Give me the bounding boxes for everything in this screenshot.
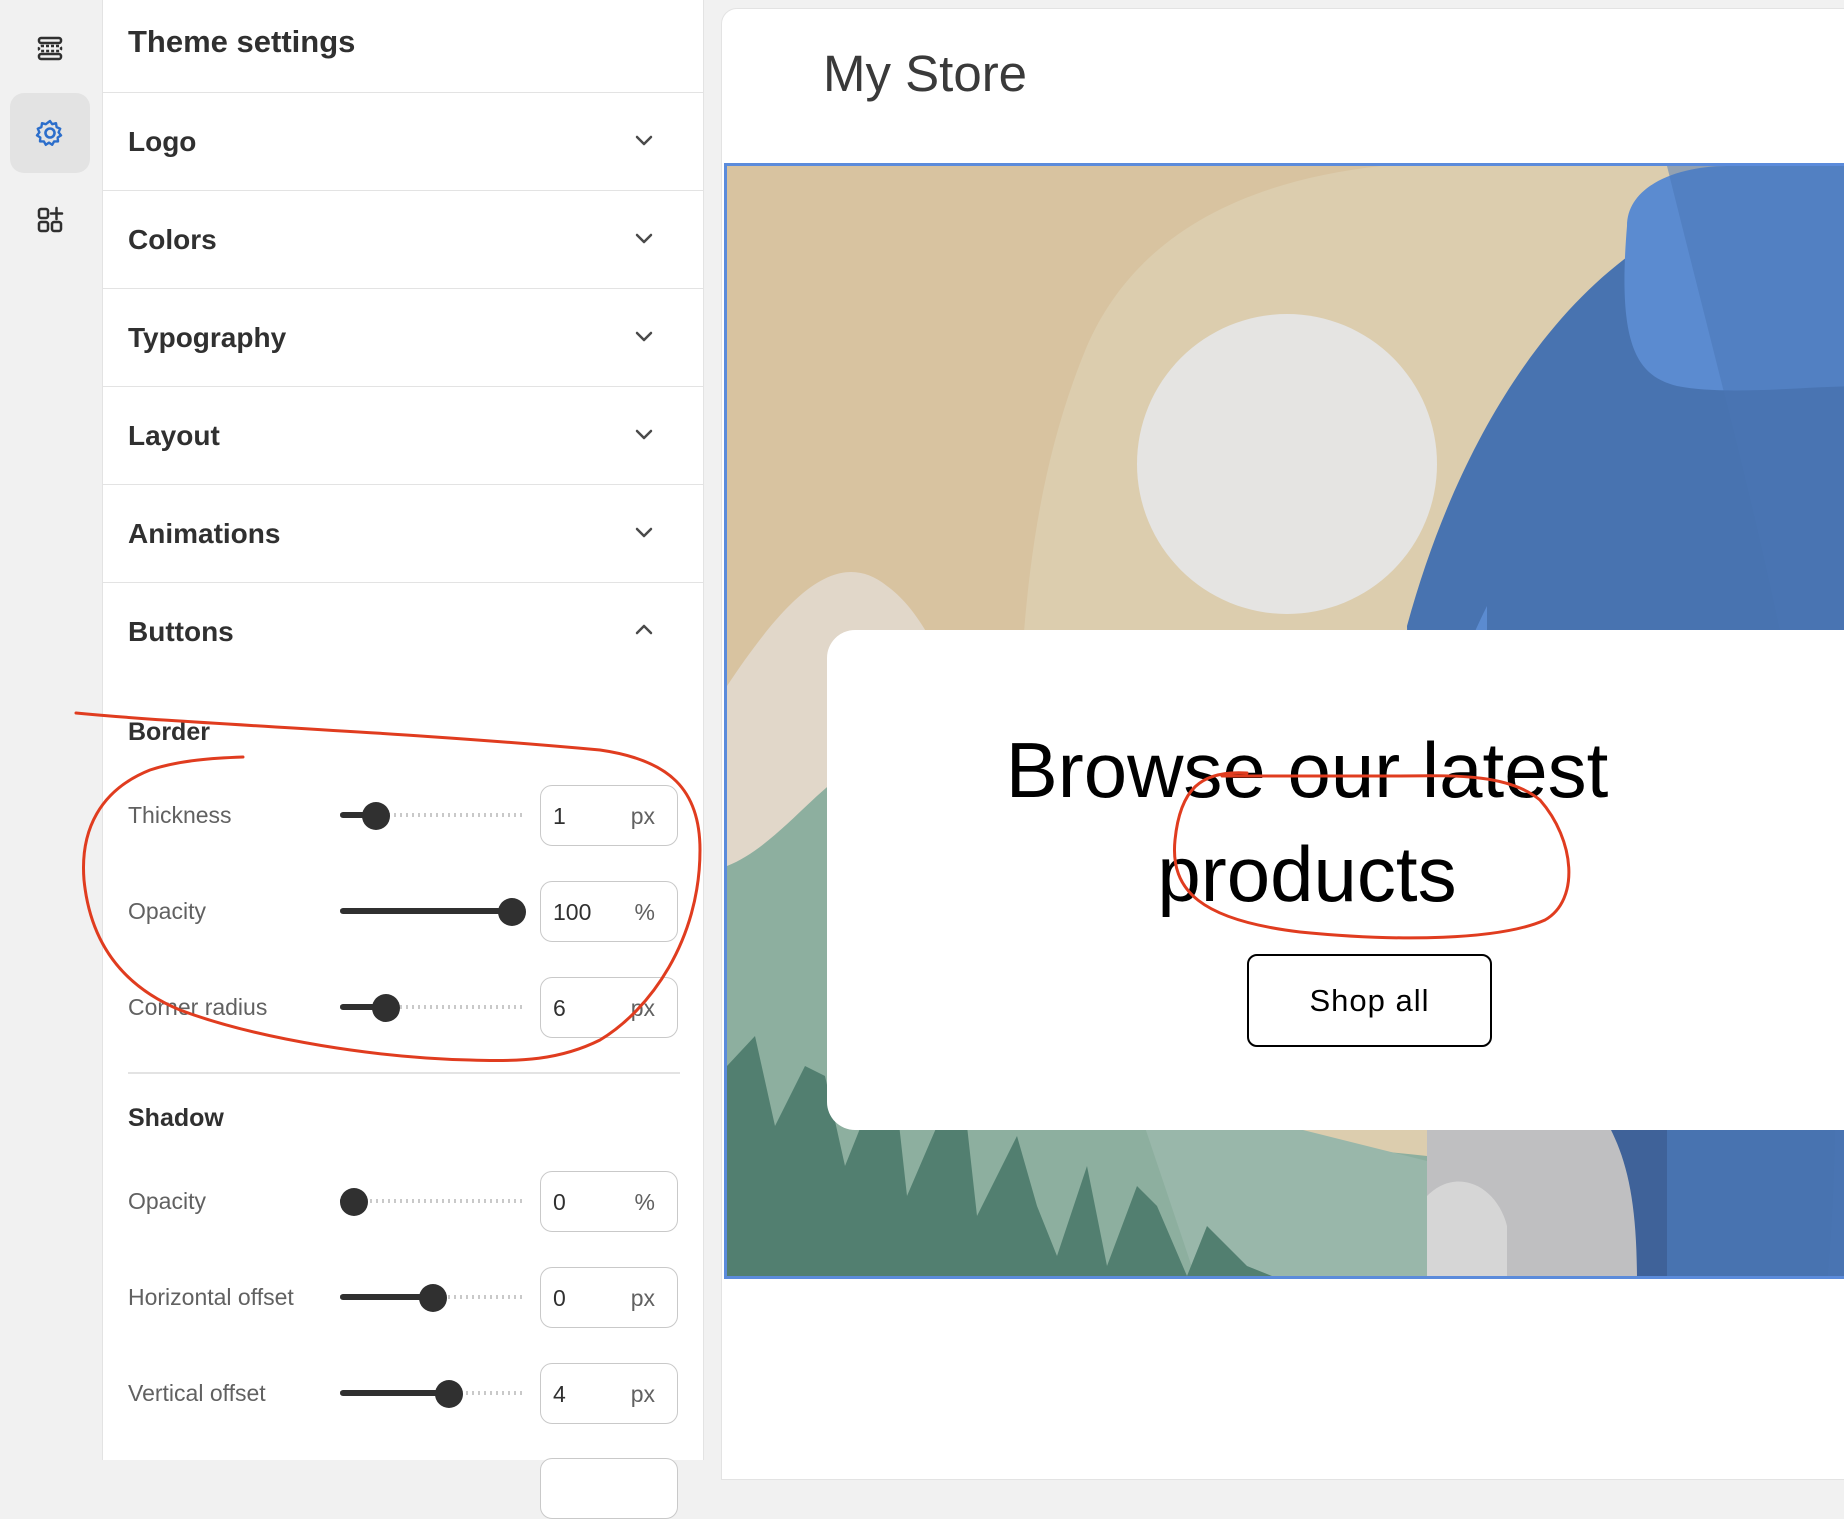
shadow-opacity-slider[interactable]	[340, 1188, 526, 1216]
border-thickness-input[interactable]: 1 px	[540, 785, 678, 846]
add-app-block-icon	[37, 206, 64, 233]
slider-handle[interactable]	[340, 1188, 368, 1216]
next-setting-input[interactable]	[540, 1458, 678, 1519]
shadow-opacity-input[interactable]: 0 %	[540, 1171, 678, 1232]
slider-handle[interactable]	[434, 1380, 463, 1408]
section-colors[interactable]: Colors	[103, 190, 703, 288]
app-blocks-button[interactable]	[10, 180, 90, 260]
border-opacity-input[interactable]: 100 %	[540, 881, 678, 942]
border-heading: Border	[128, 718, 210, 746]
hero-content-card: Browse our latest products Shop all	[827, 630, 1844, 1130]
shadow-opacity-label: Opacity	[128, 1188, 206, 1214]
section-animations-label: Animations	[128, 518, 281, 549]
theme-settings-button[interactable]	[10, 93, 90, 173]
chevron-down-icon	[635, 331, 653, 342]
border-thickness-label: Thickness	[128, 802, 232, 828]
shadow-vertical-offset-slider[interactable]	[340, 1380, 526, 1408]
section-buttons[interactable]: Buttons	[103, 582, 703, 680]
slider-handle[interactable]	[371, 994, 400, 1022]
store-preview: My Store Browse our latest products Shop…	[721, 8, 1844, 1480]
chevron-down-icon	[635, 233, 653, 244]
border-corner-radius-unit: px	[630, 995, 655, 1021]
border-opacity-unit: %	[634, 899, 655, 925]
chevron-down-icon	[635, 135, 653, 146]
shadow-horizontal-offset-unit: px	[630, 1285, 655, 1311]
shadow-vertical-offset-input[interactable]: 4 px	[540, 1363, 678, 1424]
shadow-vertical-offset-unit: px	[630, 1381, 655, 1407]
shadow-vertical-offset-value: 4	[553, 1381, 566, 1407]
sections-icon	[37, 36, 63, 61]
border-opacity-value: 100	[553, 899, 592, 925]
shadow-horizontal-offset-input[interactable]: 0 px	[540, 1267, 678, 1328]
theme-settings-gear-icon	[35, 119, 63, 146]
border-thickness-slider[interactable]	[340, 802, 526, 830]
slider-handle[interactable]	[419, 1284, 447, 1312]
border-corner-radius-slider[interactable]	[340, 994, 526, 1022]
border-thickness-value: 1	[553, 803, 566, 829]
hero-headline[interactable]: Browse our latest products	[947, 718, 1667, 926]
slider-handle[interactable]	[498, 898, 526, 926]
shadow-opacity-value: 0	[553, 1189, 566, 1215]
chevron-up-icon	[635, 624, 653, 635]
border-corner-radius-input[interactable]: 6 px	[540, 977, 678, 1038]
slider-handle[interactable]	[362, 802, 391, 830]
shop-all-button[interactable]: Shop all	[1247, 954, 1492, 1047]
border-corner-radius-value: 6	[553, 995, 566, 1021]
icon-rail	[0, 0, 103, 1460]
border-opacity-label: Opacity	[128, 898, 206, 924]
panel-title: Theme settings	[128, 24, 356, 59]
shadow-horizontal-offset-label: Horizontal offset	[128, 1284, 294, 1310]
shadow-heading: Shadow	[128, 1104, 224, 1132]
section-layout[interactable]: Layout	[103, 386, 703, 484]
border-thickness-unit: px	[630, 803, 655, 829]
section-layout-label: Layout	[128, 420, 220, 451]
sections-button[interactable]	[10, 8, 90, 88]
section-colors-label: Colors	[128, 224, 217, 255]
section-animations[interactable]: Animations	[103, 484, 703, 582]
shadow-horizontal-offset-slider[interactable]	[340, 1284, 526, 1312]
section-buttons-label: Buttons	[128, 616, 234, 647]
section-logo-label: Logo	[128, 126, 197, 157]
hero-banner-section[interactable]: Browse our latest products Shop all	[724, 163, 1844, 1279]
store-name[interactable]: My Store	[823, 44, 1027, 103]
border-corner-radius-label: Corner radius	[128, 994, 268, 1020]
section-typography-label: Typography	[128, 322, 287, 353]
theme-settings-panel: Theme settings Logo Colors Typography La…	[103, 0, 704, 1519]
section-typography[interactable]: Typography	[103, 288, 703, 386]
group-divider	[128, 1072, 680, 1074]
chevron-down-icon	[635, 527, 653, 538]
shadow-opacity-unit: %	[634, 1189, 655, 1215]
section-logo[interactable]: Logo	[103, 92, 703, 190]
shadow-vertical-offset-label: Vertical offset	[128, 1380, 266, 1406]
chevron-down-icon	[635, 429, 653, 440]
shadow-horizontal-offset-value: 0	[553, 1285, 566, 1311]
border-opacity-slider[interactable]	[340, 898, 526, 926]
